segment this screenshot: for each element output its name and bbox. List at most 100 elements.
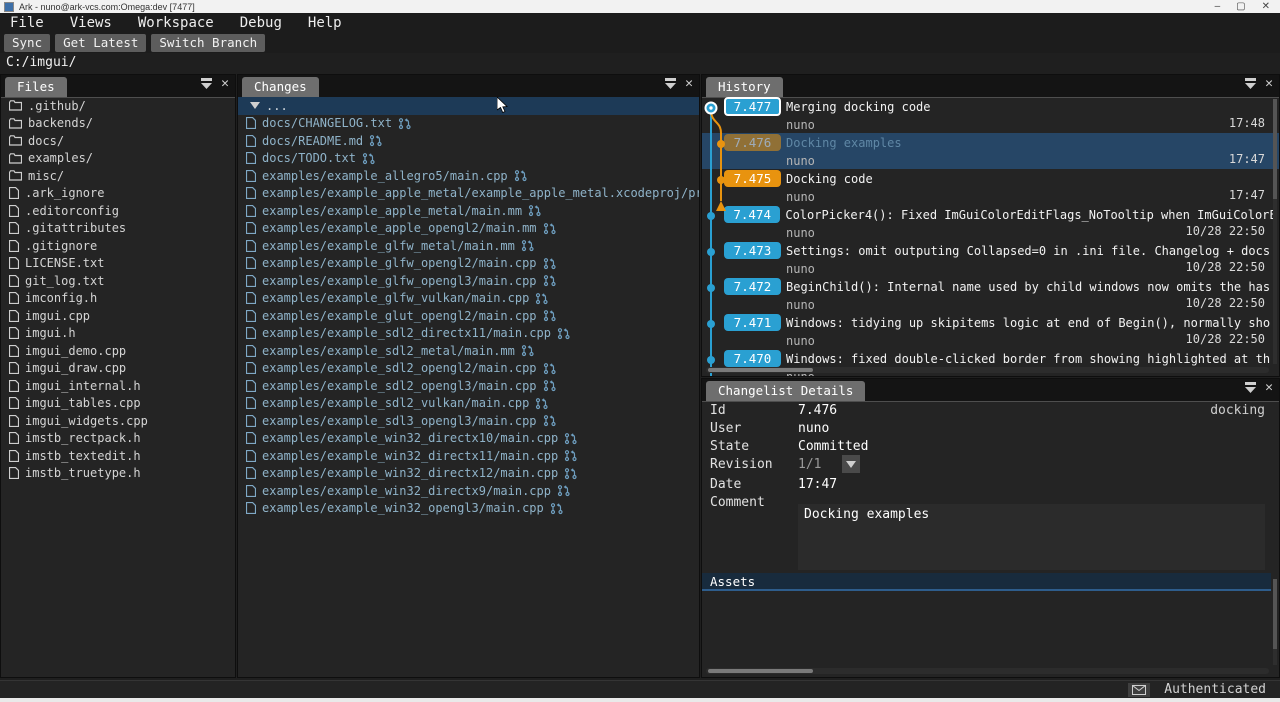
close-icon[interactable]: ✕: [1265, 78, 1273, 89]
file-tree-item[interactable]: docs/: [1, 132, 235, 150]
tab-changelist-details[interactable]: Changelist Details: [706, 381, 865, 401]
details-vscrollbar[interactable]: [1273, 579, 1277, 665]
commit-row[interactable]: 7.473Settings: omit outputing Collapsed=…: [702, 241, 1279, 277]
changed-file-row[interactable]: examples/example_win32_opengl3/main.cpp: [238, 500, 699, 518]
file-tree-item[interactable]: imstb_textedit.h: [1, 447, 235, 465]
changeset-badge[interactable]: 7.477: [724, 97, 781, 116]
commit-row[interactable]: 7.475Docking codenuno17:47: [702, 169, 1279, 205]
commit-row[interactable]: 7.477Merging docking codenuno17:48: [702, 97, 1279, 133]
switch-branch-button[interactable]: Switch Branch: [151, 34, 265, 52]
menu-item-file[interactable]: File: [10, 15, 44, 31]
changed-file-row[interactable]: examples/example_sdl2_metal/main.mm: [238, 342, 699, 360]
changed-file-row[interactable]: examples/example_glfw_opengl3/main.cpp: [238, 272, 699, 290]
changeset-badge[interactable]: 7.472: [724, 278, 781, 295]
history-vscrollbar[interactable]: [1273, 99, 1277, 364]
changed-file-row[interactable]: examples/example_allegro5/main.cpp: [238, 167, 699, 185]
menu-item-help[interactable]: Help: [308, 15, 342, 31]
history-panel: History ✕ 7.477Merging docking codenuno1…: [701, 74, 1280, 377]
changed-file-row[interactable]: examples/example_sdl2_opengl3/main.cpp: [238, 377, 699, 395]
changeset-badge[interactable]: 7.474: [724, 206, 780, 223]
maximize-button[interactable]: ▢: [1236, 1, 1245, 12]
folder-icon: [9, 135, 22, 146]
filter-icon[interactable]: [1244, 78, 1257, 89]
changed-file-row[interactable]: examples/example_glut_opengl2/main.cpp: [238, 307, 699, 325]
changed-file-row[interactable]: examples/example_sdl2_opengl2/main.cpp: [238, 360, 699, 378]
commit-row[interactable]: 7.472BeginChild(): Internal name used by…: [702, 277, 1279, 313]
file-tree-item[interactable]: .gitignore: [1, 237, 235, 255]
file-icon: [9, 380, 19, 392]
changed-file-row[interactable]: docs/README.md: [238, 132, 699, 150]
changeset-badge[interactable]: 7.473: [724, 242, 781, 259]
file-tree-item[interactable]: examples/: [1, 150, 235, 168]
file-tree-item[interactable]: imgui_internal.h: [1, 377, 235, 395]
tab-files[interactable]: Files: [5, 77, 67, 97]
menu-item-debug[interactable]: Debug: [240, 15, 282, 31]
changed-file-row[interactable]: examples/example_sdl3_opengl3/main.cpp: [238, 412, 699, 430]
changeset-badge[interactable]: 7.476: [724, 134, 781, 151]
sync-button[interactable]: Sync: [4, 34, 50, 52]
changed-file-row[interactable]: examples/example_win32_directx11/main.cp…: [238, 447, 699, 465]
file-name: .gitignore: [25, 239, 97, 253]
changed-file-row[interactable]: examples/example_sdl2_directx11/main.cpp: [238, 325, 699, 343]
close-icon[interactable]: ✕: [1265, 382, 1273, 393]
file-tree-item[interactable]: imgui.h: [1, 325, 235, 343]
file-tree-item[interactable]: imstb_truetype.h: [1, 465, 235, 483]
changed-file-row[interactable]: examples/example_win32_directx12/main.cp…: [238, 465, 699, 483]
details-panel-header: Changelist Details ✕: [702, 379, 1279, 402]
changeset-badge[interactable]: 7.471: [724, 314, 781, 331]
tab-changes[interactable]: Changes: [242, 77, 319, 97]
file-icon: [9, 257, 19, 269]
file-tree-item[interactable]: .gitattributes: [1, 220, 235, 238]
details-hscrollbar[interactable]: [706, 668, 1269, 674]
history-hscrollbar[interactable]: [706, 367, 1269, 373]
file-tree-item[interactable]: imconfig.h: [1, 290, 235, 308]
file-tree-item[interactable]: misc/: [1, 167, 235, 185]
file-tree-item[interactable]: .ark_ignore: [1, 185, 235, 203]
changed-file-path: docs/CHANGELOG.txt: [262, 116, 392, 130]
changes-root-row[interactable]: ...: [238, 97, 699, 115]
file-tree-item[interactable]: imgui.cpp: [1, 307, 235, 325]
minimize-button[interactable]: –: [1215, 1, 1221, 12]
file-tree-item[interactable]: .github/: [1, 97, 235, 115]
close-icon[interactable]: ✕: [685, 78, 693, 89]
filter-icon[interactable]: [200, 78, 213, 89]
menu-item-views[interactable]: Views: [70, 15, 112, 31]
changeset-badge[interactable]: 7.475: [724, 170, 781, 187]
mail-button[interactable]: [1128, 683, 1150, 697]
changed-file-row[interactable]: examples/example_sdl2_vulkan/main.cpp: [238, 395, 699, 413]
revision-dropdown[interactable]: [842, 455, 860, 473]
file-tree-item[interactable]: git_log.txt: [1, 272, 235, 290]
changeset-badge[interactable]: 7.470: [724, 350, 781, 367]
close-icon[interactable]: ✕: [221, 78, 229, 89]
commit-row[interactable]: 7.471Windows: tidying up skipitems logic…: [702, 313, 1279, 349]
changed-file-row[interactable]: examples/example_glfw_vulkan/main.cpp: [238, 290, 699, 308]
filter-icon[interactable]: [1244, 382, 1257, 393]
changed-file-row[interactable]: examples/example_apple_metal/example_app…: [238, 185, 699, 203]
file-tree-item[interactable]: imstb_rectpack.h: [1, 430, 235, 448]
file-tree-item[interactable]: .editorconfig: [1, 202, 235, 220]
commit-row[interactable]: 7.476Docking examplesnuno17:47: [702, 133, 1279, 169]
file-tree-item[interactable]: imgui_draw.cpp: [1, 360, 235, 378]
tab-history[interactable]: History: [706, 77, 783, 97]
expander-triangle-icon[interactable]: [250, 102, 260, 109]
changed-file-row[interactable]: examples/example_apple_opengl2/main.mm: [238, 220, 699, 238]
commit-row[interactable]: 7.474ColorPicker4(): Fixed ImGuiColorEdi…: [702, 205, 1279, 241]
changed-file-row[interactable]: examples/example_glfw_opengl2/main.cpp: [238, 255, 699, 273]
file-tree-item[interactable]: imgui_demo.cpp: [1, 342, 235, 360]
changed-file-row[interactable]: examples/example_glfw_metal/main.mm: [238, 237, 699, 255]
get-latest-button[interactable]: Get Latest: [55, 34, 146, 52]
file-name: backends/: [28, 116, 93, 130]
comment-field[interactable]: Docking examples: [798, 504, 1265, 570]
changed-file-row[interactable]: examples/example_apple_metal/main.mm: [238, 202, 699, 220]
file-tree-item[interactable]: LICENSE.txt: [1, 255, 235, 273]
changed-file-row[interactable]: docs/CHANGELOG.txt: [238, 115, 699, 133]
changed-file-row[interactable]: examples/example_win32_directx10/main.cp…: [238, 430, 699, 448]
changed-file-row[interactable]: docs/TODO.txt: [238, 150, 699, 168]
changed-file-row[interactable]: examples/example_win32_directx9/main.cpp: [238, 482, 699, 500]
filter-icon[interactable]: [664, 78, 677, 89]
file-tree-item[interactable]: imgui_widgets.cpp: [1, 412, 235, 430]
menu-item-workspace[interactable]: Workspace: [138, 15, 214, 31]
file-tree-item[interactable]: backends/: [1, 115, 235, 133]
file-tree-item[interactable]: imgui_tables.cpp: [1, 395, 235, 413]
close-button[interactable]: ✕: [1262, 1, 1270, 12]
